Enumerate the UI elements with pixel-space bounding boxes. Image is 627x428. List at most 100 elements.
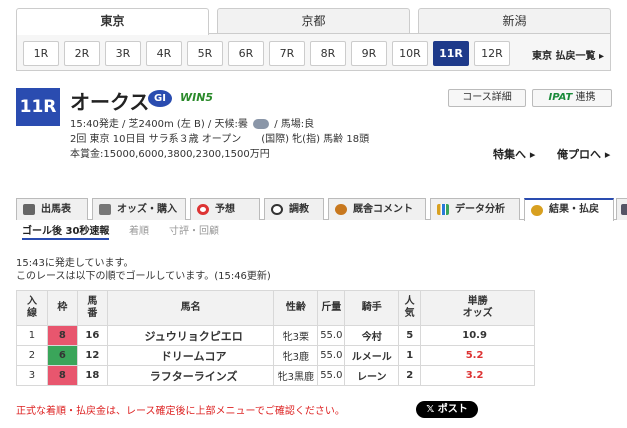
tab-label: 出馬表 [41,204,71,215]
column-header-position: 入線 [16,290,48,326]
race-button-1r[interactable]: 1R [23,41,59,66]
race-conditions-line: 15:40発走 / 芝2400m (左 B) / 天候:曇 / 馬場:良 [70,115,314,130]
race-button-12r[interactable]: 12R [474,41,510,66]
coins-icon [531,205,543,216]
ipat-link-label: 連携 [575,92,596,103]
weight-cell: 55.0 [317,365,346,386]
venue-tabs: 東京 京都 新潟 [16,8,611,35]
odds-cell: 5.2 [420,345,535,366]
win5-badge: WIN5 [180,91,214,104]
race-name: オークス [70,90,150,114]
tab-label: 厩舎コメント [353,204,413,215]
race-button-8r[interactable]: 8R [310,41,346,66]
sub-tab-quick-result[interactable]: ゴール後 30秒速報 [22,222,110,240]
race-number-bar: 1R 2R 3R 4R 5R 6R 7R 8R 9R 10R 11R 12R 東… [16,33,611,71]
race-button-7r[interactable]: 7R [269,41,305,66]
sub-tab-finishing-order[interactable]: 着順 [129,222,149,237]
results-table: 入線 枠 馬番 馬名 性齢 斤量 騎手 人気 単勝 オッズ 1 8 16 ジュウリ… [16,290,535,386]
tab-video[interactable] [616,198,627,220]
weight-cell: 55.0 [317,345,346,366]
race-class-line: 2回 東京 10日目 サラ系３歳 オープン (国際) 牝(指) 馬齢 18頭 [70,134,370,145]
tab-training[interactable]: 調教 [264,198,324,220]
x-post-button[interactable]: 𝕏 ポスト [416,401,478,418]
race-button-11r[interactable]: 11R [433,41,469,66]
sub-tab-review[interactable]: 寸評・回顧 [169,222,219,237]
cloudy-weather-icon [253,119,270,129]
column-header-horse-number: 馬番 [76,290,108,326]
tab-odds-purchase[interactable]: オッズ・購入 [92,198,186,220]
column-header-jockey: 騎手 [344,290,400,326]
column-header-popularity: 人気 [398,290,422,326]
table-icon [23,204,35,215]
page-tabs: 出馬表 オッズ・購入 予想 調教 厩舎コメント データ分析 結果・払戻 [16,198,627,221]
tab-label: データ分析 [455,204,505,215]
table-row: 2 6 12 ドリームコア 牝3鹿 55.0 ルメール 1 5.2 [16,345,535,366]
horse-number-cell: 16 [76,325,108,346]
venue-tab-tokyo[interactable]: 東京 [16,8,209,35]
tab-data-analysis[interactable]: データ分析 [430,198,520,220]
race-button-4r[interactable]: 4R [146,41,182,66]
refund-list-link[interactable]: 東京 払戻一覧 ▸ [532,47,604,62]
race-button-6r[interactable]: 6R [228,41,264,66]
course-detail-button[interactable]: コース詳細 [448,89,526,107]
track-condition-text: / 馬場:良 [274,119,315,130]
special-feature-link[interactable]: 特集へ ▸ [493,146,535,162]
official-result-notice: 正式な着順・払戻金は、レース確定後に上部メニューでご確認ください。 [16,406,345,417]
table-row: 1 8 16 ジュウリョクピエロ 牝3栗 55.0 今村 5 10.9 [16,325,535,346]
video-icon [621,204,627,215]
frame-cell: 8 [46,365,78,386]
tab-label: 予想 [215,204,235,215]
ipat-logo: IPAT [548,92,573,103]
race-prize-line: 本賞金:15000,6000,3800,2300,1500万円 [70,149,270,160]
race-button-9r[interactable]: 9R [351,41,387,66]
column-header-weight: 斤量 [317,290,346,326]
venue-tab-niigata[interactable]: 新潟 [418,8,611,34]
goal-status-text: このレースは以下の順でゴールしています。(15:46更新) [16,271,271,282]
ipat-link-button[interactable]: IPAT 連携 [532,89,612,107]
sex-age-cell: 牝3黒鹿 [273,365,319,386]
race-number-badge: 11R [16,88,60,126]
race-button-10r[interactable]: 10R [392,41,428,66]
weight-cell: 55.0 [317,325,346,346]
sex-age-cell: 牝3鹿 [273,345,319,366]
table-header-row: 入線 枠 馬番 馬名 性齢 斤量 騎手 人気 単勝 オッズ [16,290,535,326]
jockey-link[interactable]: レーン [344,365,400,386]
tab-label: オッズ・購入 [117,204,177,215]
frame-cell: 6 [46,345,78,366]
horse-number-cell: 18 [76,365,108,386]
odds-icon [99,204,111,215]
popularity-cell: 5 [398,325,422,346]
ore-pro-link[interactable]: 俺プロへ ▸ [557,146,610,162]
jockey-link[interactable]: 今村 [344,325,400,346]
tab-results-payout[interactable]: 結果・払戻 [524,198,614,221]
odds-cell: 3.2 [420,365,535,386]
column-header-frame: 枠 [46,290,78,326]
race-button-5r[interactable]: 5R [187,41,223,66]
grade-badge: GI [148,90,172,107]
tab-prediction[interactable]: 予想 [190,198,260,220]
horse-name-link[interactable]: ジュウリョクピエロ [106,325,275,346]
tab-label: 結果・払戻 [549,204,599,215]
jockey-link[interactable]: ルメール [344,345,400,366]
position-cell: 2 [16,345,48,366]
tab-stable-comment[interactable]: 厩舎コメント [328,198,426,220]
popularity-cell: 1 [398,345,422,366]
bar-chart-icon [437,204,449,215]
race-button-2r[interactable]: 2R [64,41,100,66]
position-cell: 3 [16,365,48,386]
column-header-sex-age: 性齢 [273,290,319,326]
tab-race-card[interactable]: 出馬表 [16,198,88,220]
column-header-win-odds: 単勝 オッズ [420,290,535,326]
frame-cell: 8 [46,325,78,346]
target-icon [197,204,209,215]
venue-tab-kyoto[interactable]: 京都 [217,8,410,34]
sex-age-cell: 牝3栗 [273,325,319,346]
popularity-cell: 2 [398,365,422,386]
horse-name-link[interactable]: ドリームコア [106,345,275,366]
odds-cell: 10.9 [420,325,535,346]
horse-name-link[interactable]: ラフターラインズ [106,365,275,386]
course-detail-label: コース詳細 [462,92,512,103]
stopwatch-icon [271,204,283,215]
table-row: 3 8 18 ラフターラインズ 牝3黒鹿 55.0 レーン 2 3.2 [16,365,535,386]
race-button-3r[interactable]: 3R [105,41,141,66]
